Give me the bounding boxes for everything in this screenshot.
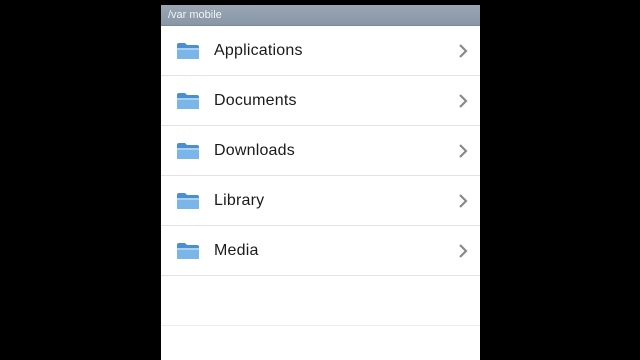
folder-label: Media — [214, 241, 259, 259]
chevron-right-icon — [459, 44, 468, 58]
chevron-right-icon — [459, 194, 468, 208]
empty-row — [161, 326, 480, 360]
folder-row-library[interactable]: Library — [161, 176, 480, 226]
folder-icon — [177, 43, 199, 59]
empty-row — [161, 276, 480, 326]
folder-icon — [177, 243, 199, 259]
folder-label: Documents — [214, 91, 297, 109]
folder-row-documents[interactable]: Documents — [161, 76, 480, 126]
folder-row-media[interactable]: Media — [161, 226, 480, 276]
chevron-right-icon — [459, 144, 468, 158]
folder-label: Applications — [214, 41, 303, 59]
folder-list: Applications Documents Downloads Library… — [161, 26, 480, 360]
folder-icon — [177, 193, 199, 209]
screen-background: /var mobile Applications Documents Downl… — [0, 0, 640, 360]
path-header: /var mobile — [161, 5, 480, 26]
folder-row-applications[interactable]: Applications — [161, 26, 480, 76]
folder-row-downloads[interactable]: Downloads — [161, 126, 480, 176]
folder-label: Library — [214, 191, 265, 209]
file-browser-window: /var mobile Applications Documents Downl… — [161, 5, 480, 360]
folder-icon — [177, 93, 199, 109]
folder-icon — [177, 143, 199, 159]
folder-label: Downloads — [214, 141, 295, 159]
chevron-right-icon — [459, 94, 468, 108]
chevron-right-icon — [459, 244, 468, 258]
